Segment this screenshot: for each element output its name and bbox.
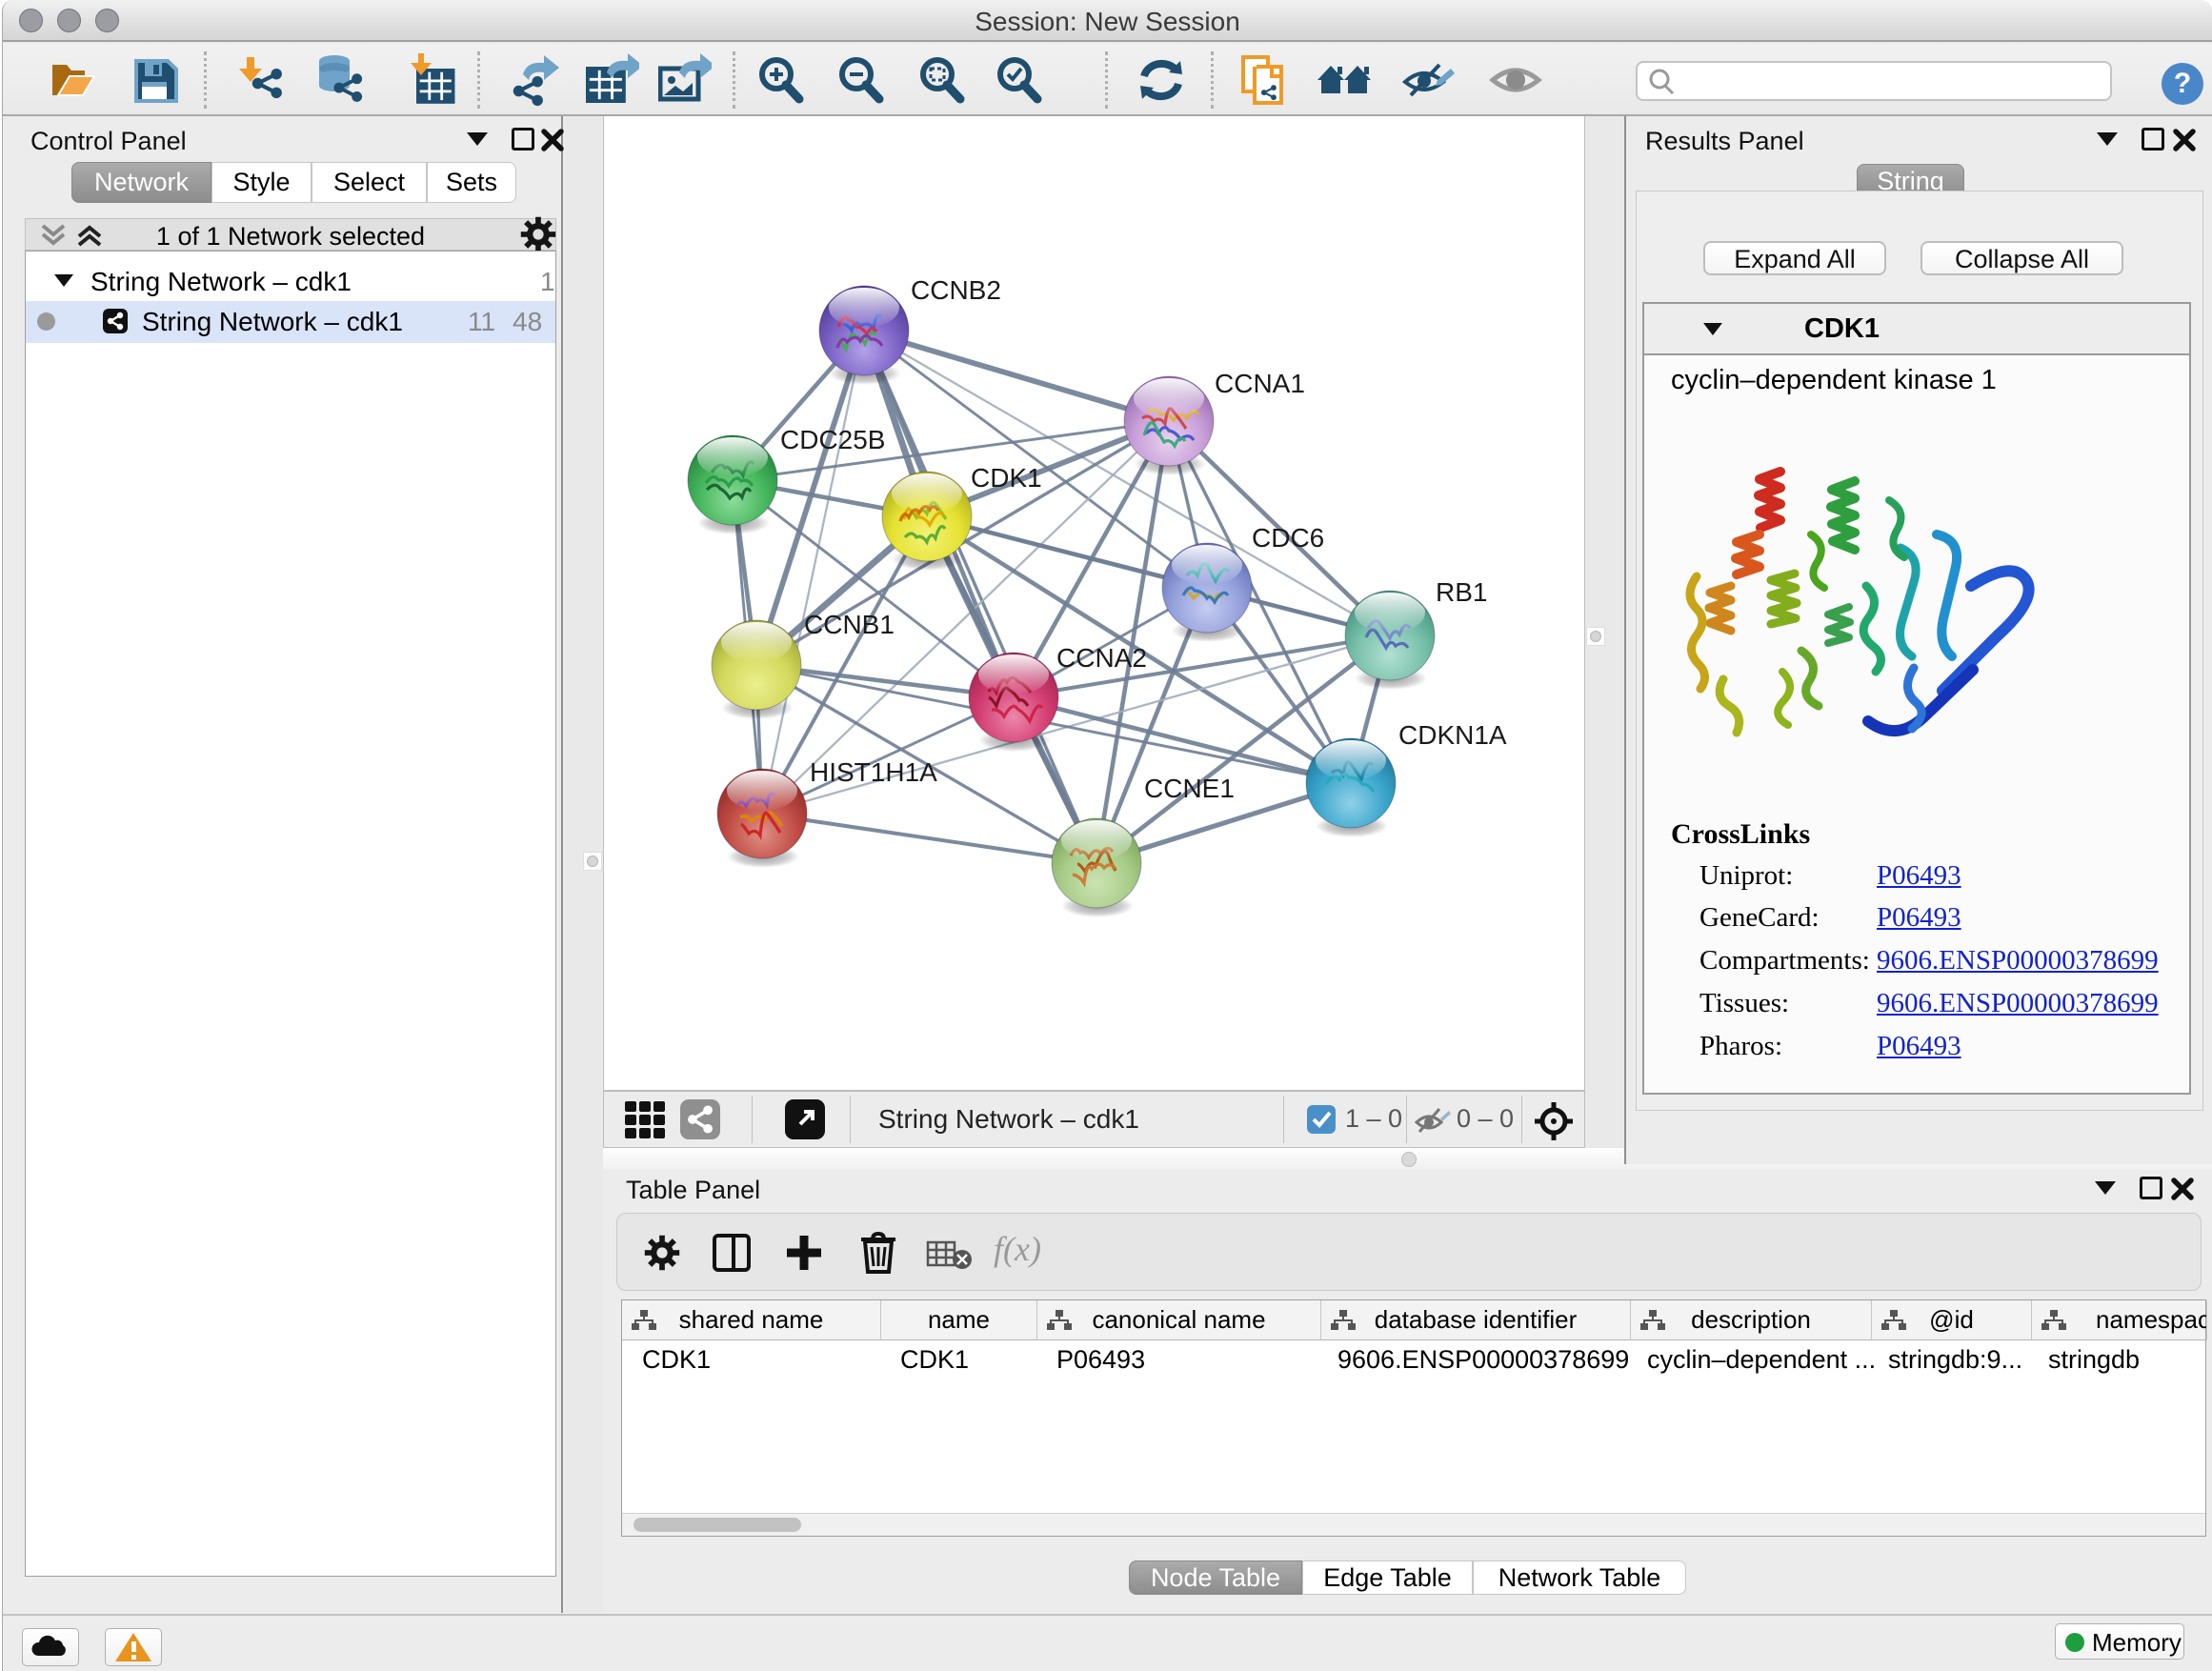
svg-text:RB1: RB1 [1436, 577, 1487, 607]
svg-text:CDC6: CDC6 [1252, 523, 1324, 553]
svg-text:HIST1H1A: HIST1H1A [810, 757, 937, 787]
svg-text:CCNB1: CCNB1 [804, 610, 895, 639]
svg-text:CCNA1: CCNA1 [1215, 369, 1305, 398]
svg-text:CDC25B: CDC25B [780, 425, 885, 454]
svg-text:CCNA2: CCNA2 [1056, 643, 1147, 673]
svg-text:CDKN1A: CDKN1A [1398, 720, 1507, 750]
svg-text:CDK1: CDK1 [971, 463, 1042, 493]
svg-text:CCNB2: CCNB2 [911, 275, 1001, 305]
svg-text:CCNE1: CCNE1 [1144, 774, 1235, 803]
